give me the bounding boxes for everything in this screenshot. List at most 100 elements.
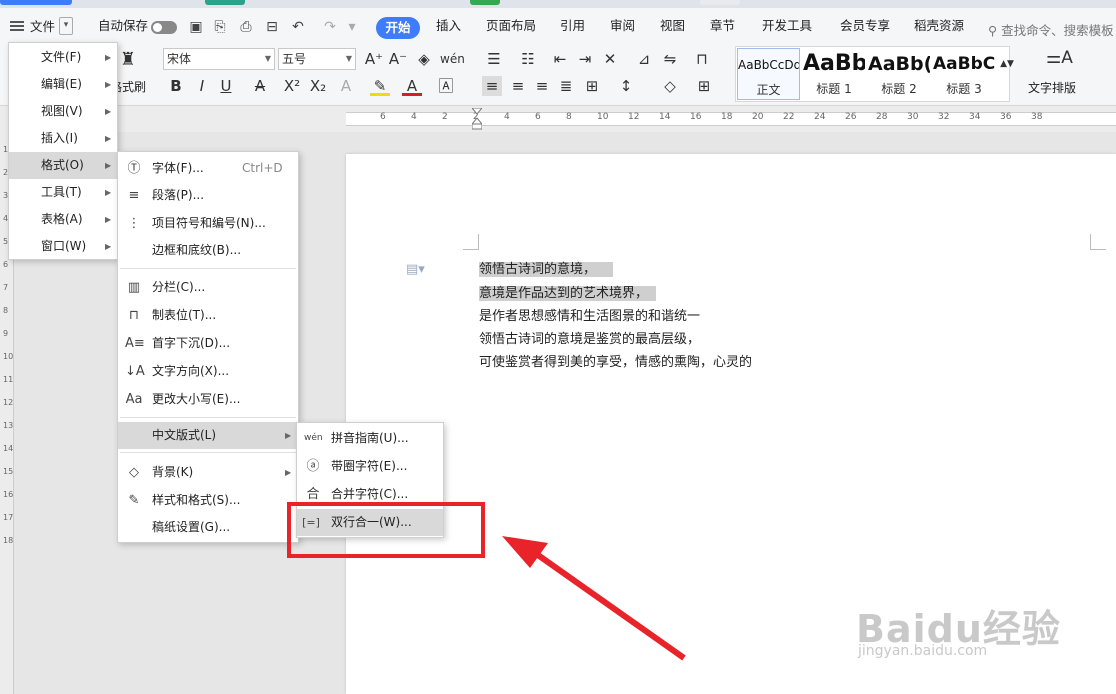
tab-chapter[interactable]: 章节 bbox=[710, 16, 735, 36]
menu-item-manuscript-settings[interactable]: 稿纸设置(G)... bbox=[118, 514, 298, 541]
justify-icon[interactable]: ≣ bbox=[556, 76, 576, 96]
highlight-icon[interactable]: ✎ bbox=[370, 76, 390, 96]
sort-icon[interactable]: ⇋ bbox=[660, 49, 680, 69]
increase-font-icon[interactable]: A⁺ bbox=[364, 49, 384, 69]
line-spacing-icon[interactable]: ↕ bbox=[616, 76, 636, 96]
text-layout-icon[interactable]: ⚌A bbox=[1046, 48, 1073, 68]
document-line[interactable]: 意境是作品达到的艺术境界， bbox=[479, 286, 649, 301]
font-size-select[interactable]: 五号 ▼ bbox=[278, 48, 356, 70]
menu-item-background[interactable]: ◇ 背景(K) ▶ bbox=[118, 459, 298, 486]
indent-marker-icon[interactable] bbox=[470, 107, 484, 130]
document-line[interactable]: 可使鉴赏者得到美的享受，情感的熏陶，心灵的 bbox=[479, 353, 752, 373]
style-heading-2[interactable]: AaBb( 标题 2 bbox=[868, 48, 930, 100]
underline-icon[interactable]: U bbox=[216, 76, 236, 96]
print-icon[interactable]: ⎙ bbox=[238, 19, 254, 35]
file-menu-button[interactable]: 文件 ▾ bbox=[10, 16, 74, 35]
menu-item-font[interactable]: Ⓣ 字体(F)... Ctrl+D bbox=[118, 155, 298, 182]
tab-start[interactable]: 开始 bbox=[376, 17, 420, 39]
menu-item-edit[interactable]: 编辑(E) ▶ bbox=[9, 71, 117, 98]
paragraph-handle-icon[interactable]: ▤▾ bbox=[406, 262, 425, 277]
superscript-icon[interactable]: X² bbox=[282, 76, 302, 96]
menu-item-table[interactable]: 表格(A) ▶ bbox=[9, 206, 117, 233]
menu-item-tabs[interactable]: ⊓ 制表位(T)... bbox=[118, 302, 298, 329]
chinese-layout-icon[interactable]: ✕ bbox=[600, 49, 620, 69]
document-line[interactable]: 是作者思想感情和生活图景的和谐统一 bbox=[479, 307, 700, 327]
highlight-box bbox=[287, 502, 485, 558]
menu-item-paragraph[interactable]: ≡ 段落(P)... bbox=[118, 182, 298, 209]
menu-item-label: 文件(F) bbox=[41, 50, 82, 64]
save-icon[interactable]: ▣ bbox=[188, 19, 204, 35]
menu-item-insert[interactable]: 插入(I) ▶ bbox=[9, 125, 117, 152]
tab-review[interactable]: 审阅 bbox=[610, 16, 635, 36]
format-submenu: Ⓣ 字体(F)... Ctrl+D ≡ 段落(P)... ⋮ 项目符号和编号(N)...… bbox=[117, 151, 299, 543]
chevron-down-icon[interactable]: ▾ bbox=[59, 16, 74, 35]
decrease-indent-icon[interactable]: ⇤ bbox=[550, 49, 570, 69]
table-icon[interactable]: ⊓ bbox=[692, 49, 712, 69]
window-tab-indicator[interactable] bbox=[700, 0, 740, 5]
bold-icon[interactable]: B bbox=[166, 76, 186, 96]
tab-view[interactable]: 视图 bbox=[660, 16, 685, 36]
menu-item-window[interactable]: 窗口(W) ▶ bbox=[9, 233, 117, 260]
align-left-icon[interactable]: ≡ bbox=[482, 76, 502, 96]
menu-item-borders-shading[interactable]: 边框和底纹(B)... bbox=[118, 237, 298, 264]
undo-icon[interactable]: ↶ bbox=[290, 19, 306, 35]
document-line[interactable]: 领悟古诗词的意境， bbox=[479, 262, 597, 277]
font-name-select[interactable]: 宋体 ▼ bbox=[163, 48, 275, 70]
menu-item-columns[interactable]: ▥ 分栏(C)... bbox=[118, 274, 298, 301]
window-tab-indicator[interactable] bbox=[470, 0, 500, 5]
ruler-number: 2 bbox=[442, 112, 448, 122]
menu-item-tools[interactable]: 工具(T) ▶ bbox=[9, 179, 117, 206]
menu-item-change-case[interactable]: Aa 更改大小写(E)... bbox=[118, 386, 298, 413]
redo-icon[interactable]: ↷ bbox=[322, 19, 338, 35]
style-normal[interactable]: AaBbCcDd 正文 bbox=[737, 48, 800, 100]
tab-references[interactable]: 引用 bbox=[560, 16, 585, 36]
menu-item-bullets-numbering[interactable]: ⋮ 项目符号和编号(N)... bbox=[118, 210, 298, 237]
distribute-icon[interactable]: ⊞ bbox=[582, 76, 602, 96]
menu-item-format[interactable]: 格式(O) ▶ bbox=[9, 152, 117, 179]
command-search[interactable]: ⚲ 查找命令、搜索模板 bbox=[988, 20, 1114, 39]
autosave-toggle[interactable] bbox=[151, 21, 177, 34]
document-line[interactable]: 领悟古诗词的意境是鉴赏的最高层级， bbox=[479, 330, 700, 350]
strikethrough-icon[interactable]: A bbox=[250, 76, 270, 96]
tab-member[interactable]: 会员专享 bbox=[840, 16, 890, 36]
menu-item-drop-cap[interactable]: A≡ 首字下沉(D)... bbox=[118, 330, 298, 357]
menu-item-chinese-layout[interactable]: 中文版式(L) ▶ bbox=[118, 422, 298, 449]
menu-item-styles-formatting[interactable]: ✎ 样式和格式(S)... bbox=[118, 487, 298, 514]
text-layout-label[interactable]: 文字排版 bbox=[1028, 79, 1076, 96]
window-tab-indicator[interactable] bbox=[205, 0, 245, 5]
italic-icon[interactable]: I bbox=[192, 76, 212, 96]
menu-item-enclosed-characters[interactable]: ⓐ 带圈字符(E)... bbox=[297, 453, 443, 480]
window-tab-indicator[interactable] bbox=[0, 0, 72, 5]
menu-item-text-direction[interactable]: ↓A 文字方向(X)... bbox=[118, 358, 298, 385]
show-marks-icon[interactable]: ⊿ bbox=[634, 49, 654, 69]
bullets-icon[interactable]: ☰ bbox=[484, 49, 504, 69]
chevron-down-icon[interactable]: ▾ bbox=[344, 19, 360, 35]
pinyin-icon[interactable]: wén bbox=[440, 49, 465, 69]
tab-developer[interactable]: 开发工具 bbox=[762, 16, 812, 36]
numbering-icon[interactable]: ☷ bbox=[518, 49, 538, 69]
char-border-icon[interactable]: 🄰 bbox=[436, 76, 456, 96]
menu-item-label: 视图(V) bbox=[41, 104, 83, 118]
menu-item-phonetic-guide[interactable]: wén 拼音指南(U)... bbox=[297, 425, 443, 452]
font-color-icon[interactable]: A bbox=[402, 76, 422, 96]
style-heading-3[interactable]: AaBbC 标题 3 bbox=[933, 48, 995, 100]
align-right-icon[interactable]: ≡ bbox=[532, 76, 552, 96]
subscript-icon[interactable]: X₂ bbox=[308, 76, 328, 96]
style-heading-1[interactable]: AaBb 标题 1 bbox=[803, 48, 865, 100]
borders-icon[interactable]: ⊞ bbox=[694, 76, 714, 96]
decrease-font-icon[interactable]: A⁻ bbox=[388, 49, 408, 69]
menu-item-file[interactable]: 文件(F) ▶ bbox=[9, 44, 117, 71]
tab-docer-resources[interactable]: 稻壳资源 bbox=[914, 16, 964, 36]
format-painter-icon[interactable]: ♜ bbox=[118, 50, 138, 70]
print-preview-icon[interactable]: ⊟ bbox=[264, 19, 280, 35]
tab-page-layout[interactable]: 页面布局 bbox=[486, 16, 536, 36]
increase-indent-icon[interactable]: ⇥ bbox=[575, 49, 595, 69]
export-icon[interactable]: ⎘ bbox=[212, 19, 228, 35]
text-effect-icon[interactable]: A bbox=[336, 76, 356, 96]
tab-insert[interactable]: 插入 bbox=[436, 16, 461, 36]
clear-format-icon[interactable]: ◈ bbox=[414, 49, 434, 69]
shading-icon[interactable]: ◇ bbox=[660, 76, 680, 96]
align-center-icon[interactable]: ≡ bbox=[508, 76, 528, 96]
menu-item-view[interactable]: 视图(V) ▶ bbox=[9, 98, 117, 125]
style-scroll-icon[interactable]: ▲▼ bbox=[997, 54, 1017, 74]
